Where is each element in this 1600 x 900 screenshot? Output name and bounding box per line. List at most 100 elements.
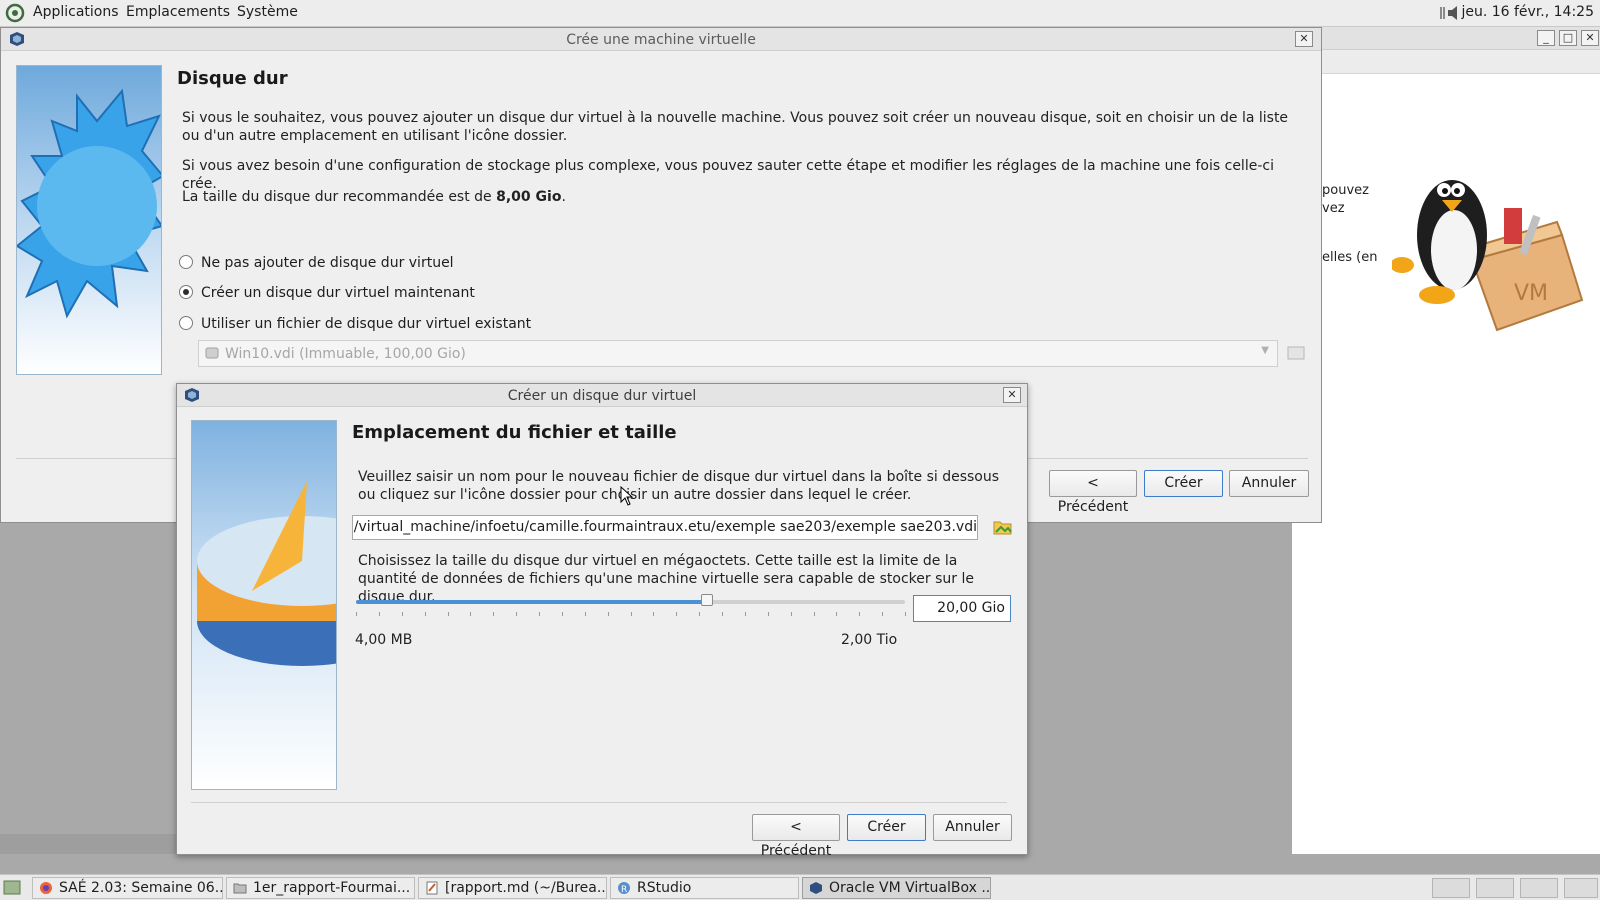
mouse-cursor-icon [620, 486, 634, 506]
dialog-title: Crée une machine virtuelle [566, 32, 756, 48]
maximize-button[interactable]: □ [1559, 30, 1577, 46]
slider-tick [813, 612, 815, 616]
svg-text:R: R [621, 885, 627, 895]
dialog-titlebar: Crée une machine virtuelle ✕ [1, 28, 1321, 51]
taskbar-item-firefox[interactable]: SAÉ 2.03: Semaine 06... [32, 877, 223, 899]
wizard-side-illustration [16, 65, 162, 375]
radio-button[interactable] [179, 316, 193, 330]
clock[interactable]: jeu. 16 févr., 14:25 [1461, 4, 1594, 20]
taskbar-item-text-editor[interactable]: [rapport.md (~/Burea... [418, 877, 607, 899]
rstudio-icon: R [618, 882, 630, 895]
file-path-input[interactable]: /localhome/local/virtual_machine/infoetu… [352, 515, 978, 540]
taskbar: SAÉ 2.03: Semaine 06... 1er_rapport-Four… [0, 874, 1600, 900]
menu-systeme[interactable]: Système [237, 4, 298, 20]
cancel-button[interactable]: Annuler [1229, 470, 1309, 497]
slider-tick [493, 612, 495, 616]
firefox-icon [40, 882, 52, 894]
slider-max-label: 2,00 Tio [841, 632, 898, 648]
radio-button[interactable] [179, 255, 193, 269]
taskbar-item-label: 1er_rapport-Fourmai... [253, 880, 411, 896]
radio-button[interactable] [179, 285, 193, 299]
slider-tick [378, 612, 380, 616]
radio-no-disk[interactable]: Ne pas ajouter de disque dur virtuel [179, 255, 454, 271]
show-desktop-icon[interactable] [3, 880, 21, 896]
taskbar-item-label: SAÉ 2.03: Semaine 06... [59, 880, 223, 896]
slider-tick [447, 612, 449, 616]
disk-icon [205, 347, 219, 359]
minimize-button[interactable]: _ [1537, 30, 1555, 46]
workspace-2[interactable] [1476, 878, 1514, 898]
slider-tick [676, 612, 678, 616]
radio-create-disk[interactable]: Créer un disque dur virtuel maintenant [179, 285, 475, 301]
slider-tick [630, 612, 632, 616]
workspace-4[interactable] [1564, 878, 1598, 898]
slider-tick [516, 612, 518, 616]
menu-applications[interactable]: Applications [33, 4, 119, 20]
slider-tick [790, 612, 792, 616]
slider-tick [859, 612, 861, 616]
volume-icon[interactable] [1440, 4, 1462, 22]
virtualbox-icon [810, 882, 822, 894]
slider-tick [356, 612, 357, 616]
welcome-text-fragment: pouvez [1322, 183, 1369, 198]
taskbar-item-label: RStudio [637, 880, 692, 896]
create-button[interactable]: Créer [1144, 470, 1223, 497]
slider-tick [699, 612, 701, 616]
recommended-size-prefix: La taille du disque dur recommandée est … [182, 189, 497, 205]
folder-browse-icon[interactable] [1286, 344, 1306, 362]
page-heading: Disque dur [177, 68, 288, 89]
back-button[interactable]: < Précédent [1049, 470, 1137, 515]
slider-tick [561, 612, 563, 616]
chevron-down-icon: ▼ [1261, 345, 1269, 356]
slider-tick [424, 612, 426, 616]
radio-existing-disk[interactable]: Utiliser un fichier de disque dur virtue… [179, 316, 531, 332]
disk-size-input[interactable]: 20,00 Gio [913, 595, 1011, 622]
location-help-text: Veuillez saisir un nom pour le nouveau f… [358, 469, 1000, 503]
recommended-size-paragraph: La taille du disque dur recommandée est … [182, 188, 566, 206]
virtualbox-manager-toolbar [1292, 50, 1600, 74]
existing-disk-select[interactable]: Win10.vdi (Immuable, 100,00 Gio) ▼ [198, 340, 1278, 367]
welcome-text-fragment: elles (en [1322, 250, 1378, 265]
create-button[interactable]: Créer [847, 814, 926, 841]
size-help-text: Choisissez la taille du disque dur virtu… [358, 553, 974, 605]
taskbar-item-label: Oracle VM VirtualBox ... [829, 880, 991, 896]
folder-browse-icon[interactable] [993, 518, 1013, 536]
slider-tick [744, 612, 746, 616]
back-button[interactable]: < Précédent [752, 814, 840, 859]
taskbar-item-label: [rapport.md (~/Burea... [445, 880, 607, 896]
dialog-title: Créer un disque dur virtuel [507, 388, 697, 404]
top-panel: Applications Emplacements Système jeu. 1… [0, 0, 1600, 27]
slider-tick [607, 612, 609, 616]
radio-label: Ne pas ajouter de disque dur virtuel [201, 255, 454, 271]
virtualbox-manager-window [1292, 27, 1600, 854]
taskbar-item-virtualbox[interactable]: Oracle VM VirtualBox ... [802, 877, 991, 899]
menu-emplacements[interactable]: Emplacements [126, 4, 230, 20]
folder-icon [233, 883, 247, 894]
slider-handle[interactable] [701, 594, 714, 606]
radio-label: Créer un disque dur virtuel maintenant [201, 285, 475, 301]
distro-logo-icon[interactable] [5, 3, 25, 23]
create-virtual-disk-dialog: Créer un disque dur virtuel ✕ Emplacemen… [176, 383, 1028, 859]
virtualbox-manager-titlebar: _ □ ✕ [1292, 27, 1600, 50]
wizard-side-illustration [191, 420, 337, 790]
taskbar-item-rstudio[interactable]: R RStudio [610, 877, 799, 899]
slider-tick [767, 612, 769, 616]
taskbar-item-folder[interactable]: 1er_rapport-Fourmai... [226, 877, 415, 899]
radio-label: Utiliser un fichier de disque dur virtue… [201, 316, 532, 332]
separator [191, 802, 1007, 803]
recommended-size-value: 8,00 Gio [496, 189, 562, 205]
close-button[interactable]: ✕ [1003, 387, 1021, 403]
text-editor-icon [426, 881, 438, 895]
workspace-3[interactable] [1520, 878, 1558, 898]
slider-tick [584, 612, 586, 616]
recommended-size-suffix: . [561, 189, 566, 205]
slider-min-label: 4,00 MB [355, 632, 413, 648]
slider-tick [539, 612, 540, 616]
cancel-button[interactable]: Annuler [933, 814, 1012, 841]
close-button[interactable]: ✕ [1581, 30, 1599, 46]
slider-tick [905, 612, 906, 616]
disk-size-slider[interactable] [356, 600, 905, 604]
workspace-1[interactable] [1432, 878, 1470, 898]
slider-tick [470, 612, 472, 616]
close-button[interactable]: ✕ [1295, 31, 1313, 47]
